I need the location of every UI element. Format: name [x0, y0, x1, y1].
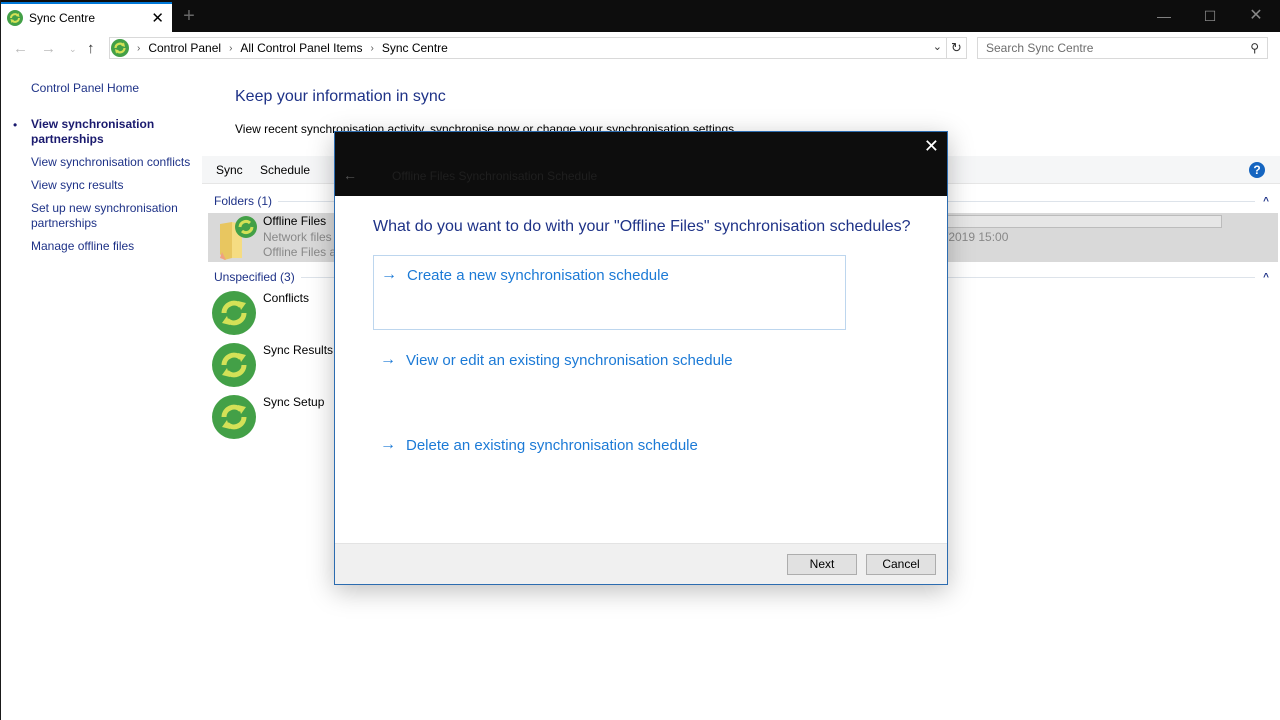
refresh-button[interactable]: ↻	[947, 37, 967, 59]
active-bullet: •	[13, 118, 18, 132]
dialog-back-icon[interactable]: ←	[343, 167, 357, 183]
help-icon[interactable]: ?	[1249, 162, 1265, 178]
recent-locations-icon[interactable]: ⌄	[69, 44, 77, 55]
search-box[interactable]: ⚲	[977, 37, 1268, 59]
item-name: Sync Results	[263, 343, 334, 357]
breadcrumb-separator[interactable]: ›	[229, 43, 232, 54]
option-view-edit-schedule[interactable]: → View or edit an existing synchronisati…	[373, 351, 846, 373]
new-tab-button[interactable]: +	[179, 4, 199, 28]
dialog-title: Offline Files Synchronisation Schedule	[392, 169, 598, 183]
maximize-button[interactable]: ☐	[1187, 0, 1233, 32]
breadcrumb-control-panel[interactable]: Control Panel	[148, 41, 221, 55]
sync-icon	[212, 343, 256, 387]
sidebar-item-view-results[interactable]: View sync results	[31, 178, 123, 193]
dialog-header: ✕ ← Offline Files Synchronisation Schedu…	[335, 132, 947, 196]
breadcrumb-separator[interactable]: ›	[370, 43, 373, 54]
address-bar[interactable]: › Control Panel › All Control Panel Item…	[109, 37, 947, 59]
schedule-dialog: ✕ ← Offline Files Synchronisation Schedu…	[334, 131, 948, 585]
item-description: Network files	[263, 230, 332, 244]
tab-sync-centre[interactable]: Sync Centre ✕	[1, 2, 172, 32]
forward-button[interactable]: →	[41, 40, 56, 57]
schedule-button[interactable]: Schedule	[260, 163, 310, 177]
minimize-button[interactable]: —	[1141, 0, 1187, 32]
dialog-footer: Next Cancel	[335, 543, 947, 584]
sync-icon	[212, 291, 256, 335]
option-create-schedule[interactable]: → Create a new synchronisation schedule	[373, 255, 846, 330]
sync-progress-bar	[941, 215, 1222, 228]
option-delete-schedule[interactable]: → Delete an existing synchronisation sch…	[373, 436, 846, 458]
option-label: View or edit an existing synchronisation…	[406, 352, 733, 369]
cancel-button[interactable]: Cancel	[866, 554, 936, 575]
tab-close-icon[interactable]: ✕	[151, 9, 164, 27]
collapse-chevron-icon[interactable]: ^	[1263, 196, 1269, 207]
search-input[interactable]	[986, 41, 1236, 55]
page-title: Keep your information in sync	[235, 88, 446, 105]
next-button[interactable]: Next	[787, 554, 857, 575]
address-dropdown-icon[interactable]: ⌄	[933, 40, 942, 53]
tab-title: Sync Centre	[29, 11, 96, 25]
back-button[interactable]: ←	[13, 40, 28, 57]
option-label: Delete an existing synchronisation sched…	[406, 437, 698, 454]
sync-icon	[212, 395, 256, 439]
sidebar-item-manage-offline-files[interactable]: Manage offline files	[31, 239, 134, 254]
item-status: Offline Files a	[263, 245, 337, 259]
sync-centre-window: Sync Centre ✕ + — ☐ ✕ ← → ⌄ ↑ › Control …	[0, 0, 1280, 720]
breadcrumb-all-items[interactable]: All Control Panel Items	[240, 41, 362, 55]
close-window-button[interactable]: ✕	[1233, 0, 1279, 32]
dialog-close-icon[interactable]: ✕	[924, 136, 939, 157]
up-button[interactable]: ↑	[87, 40, 95, 57]
folder-sync-icon	[220, 216, 257, 260]
navigation-bar: ← → ⌄ ↑ › Control Panel › All Control Pa…	[1, 32, 1280, 66]
sync-button[interactable]: Sync	[216, 163, 243, 177]
breadcrumb-separator[interactable]: ›	[137, 43, 140, 54]
arrow-right-icon: →	[380, 351, 396, 368]
dialog-question: What do you want to do with your "Offlin…	[373, 218, 911, 235]
sidebar-item-setup-partnerships[interactable]: Set up new synchronisation partnerships	[31, 201, 191, 231]
item-name: Conflicts	[263, 291, 310, 305]
arrow-right-icon: →	[381, 266, 397, 283]
item-name: Offline Files	[263, 214, 327, 228]
item-name: Sync Setup	[263, 395, 325, 409]
search-icon[interactable]: ⚲	[1250, 41, 1259, 55]
group-title: Folders (1)	[214, 194, 273, 208]
title-bar: Sync Centre ✕ + — ☐ ✕	[1, 0, 1280, 32]
group-title: Unspecified (3)	[214, 270, 295, 284]
breadcrumb-sync-centre[interactable]: Sync Centre	[382, 41, 448, 55]
sidebar-control-panel-home[interactable]: Control Panel Home	[31, 81, 139, 96]
option-label: Create a new synchronisation schedule	[407, 267, 669, 284]
sync-centre-icon	[7, 10, 23, 26]
sidebar-item-view-conflicts[interactable]: View synchronisation conflicts	[31, 155, 190, 170]
sidebar-item-view-partnerships[interactable]: View synchronisation partnerships	[31, 117, 181, 147]
last-sync-date: /2019 15:00	[945, 230, 1009, 244]
sync-centre-icon	[111, 39, 129, 57]
collapse-chevron-icon[interactable]: ^	[1263, 272, 1269, 283]
arrow-right-icon: →	[380, 436, 396, 453]
